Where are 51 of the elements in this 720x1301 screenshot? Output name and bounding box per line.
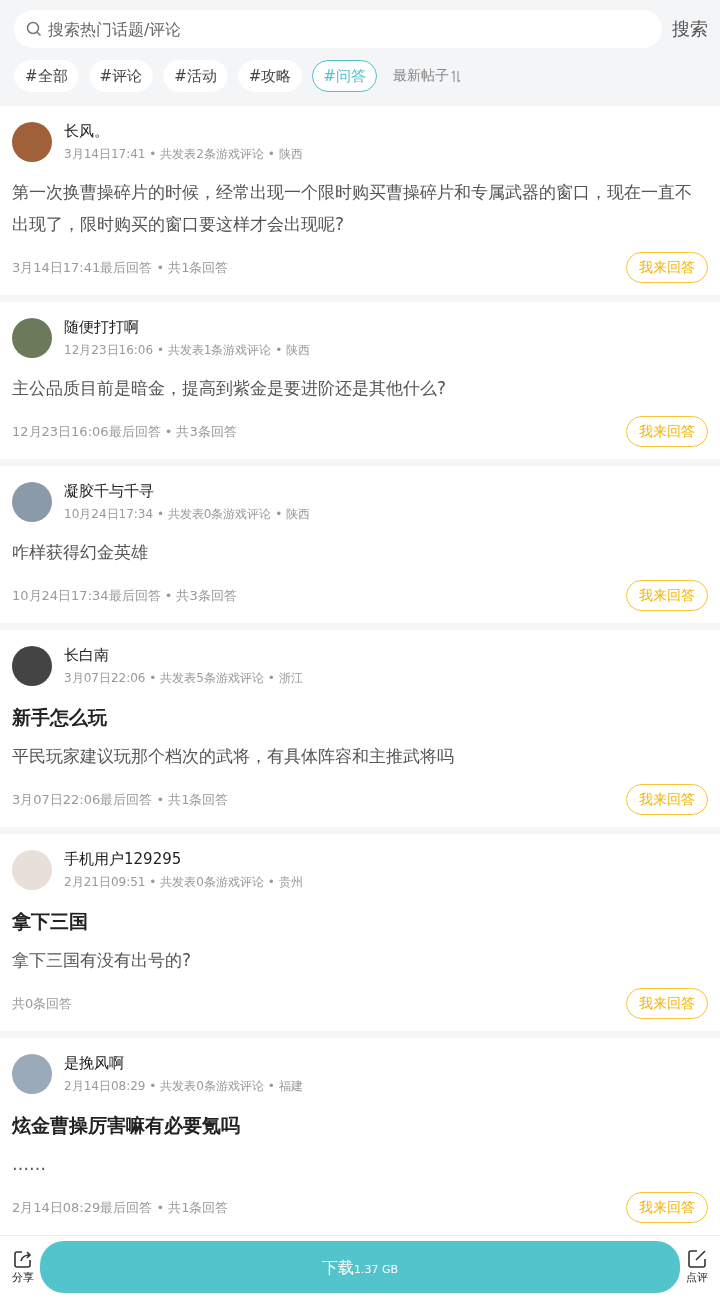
filter-tab[interactable]: #全部	[14, 60, 79, 92]
post-body: 主公品质目前是暗金，提高到紫金是要进阶还是其他什么?	[12, 377, 448, 400]
post-title: 拿下三国	[12, 909, 89, 934]
share-button[interactable]: 分享	[12, 1248, 34, 1285]
filter-tab[interactable]: #活动	[163, 60, 228, 92]
post-meta: 2月21日09:51 • 共发表0条游戏评论 • 贵州	[64, 875, 303, 890]
post-card[interactable]: 长风。 3月14日17:41 • 共发表2条游戏评论 • 陕西 第一次换曹操碎片的时候，经常出现一个限时购买曹操碎片和专属武器的窗口，现在一直不出现了，限时购买的窗口要这样才会出现呢? 3月14日17:41最后回答 • 共1条回答 我来回答	[0, 106, 720, 295]
reply-info: 3月14日17:41最后回答 • 共1条回答	[12, 258, 229, 277]
author-name: 长风。	[64, 122, 110, 140]
reply-info: 2月14日08:29最后回答 • 共1条回答	[12, 1198, 229, 1217]
share-icon	[13, 1248, 33, 1269]
avatar-photo-placeholder	[12, 482, 52, 522]
reply-info: 12月23日16:06最后回答 • 共3条回答	[12, 422, 237, 441]
avatar-photo-placeholder	[12, 646, 52, 686]
post-title: 新手怎么玩	[12, 705, 108, 730]
post-body: 拿下三国有没有出号的?	[12, 949, 193, 972]
post-body: 咋样获得幻金英雄	[12, 541, 149, 564]
avatar-photo-placeholder	[12, 850, 52, 890]
edit-icon	[687, 1248, 707, 1269]
search-icon	[26, 21, 42, 37]
post-title: 炫金曹操厉害嘛有必要氪吗	[12, 1113, 241, 1138]
reply-info: 10月24日17:34最后回答 • 共3条回答	[12, 586, 237, 605]
sort-icon	[450, 69, 461, 83]
avatar-photo-placeholder	[12, 318, 52, 358]
author-name: 随便打打啊	[64, 318, 140, 336]
post-body: 平民玩家建议玩那个档次的武将，有具体阵容和主推武将吗	[12, 745, 455, 768]
avatar-photo-placeholder	[12, 1054, 52, 1094]
reply-info: 3月07日22:06最后回答 • 共1条回答	[12, 790, 229, 809]
post-meta: 3月14日17:41 • 共发表2条游戏评论 • 陕西	[64, 147, 303, 162]
avatar-photo-placeholder	[12, 122, 52, 162]
search-button[interactable]: 搜索	[672, 17, 708, 41]
filter-tab[interactable]: #攻略	[237, 60, 303, 92]
post-meta: 2月14日08:29 • 共发表0条游戏评论 • 福建	[64, 1079, 303, 1094]
post-meta: 3月07日22:06 • 共发表5条游戏评论 • 浙江	[64, 671, 303, 686]
post-meta: 12月23日16:06 • 共发表1条游戏评论 • 陕西	[64, 343, 311, 358]
reply-info: 共0条回答	[12, 994, 73, 1013]
filter-tab[interactable]: #评论	[88, 60, 154, 92]
post-card[interactable]: 是挽风啊 2月14日08:29 • 共发表0条游戏评论 • 福建 炫金曹操厉害嘛有必要氪吗 …… 2月14日08:29最后回答 • 共1条回答 我来回答	[0, 1038, 720, 1235]
post-card[interactable]: 手机用户129295 2月21日09:51 • 共发表0条游戏评论 • 贵州 拿下三国 拿下三国有没有出号的? 共0条回答 我来回答	[0, 834, 720, 1031]
author-name: 是挽风啊	[64, 1054, 125, 1072]
post-body: 第一次换曹操碎片的时候，经常出现一个限时购买曹操碎片和专属武器的窗口，现在一直不出现了，限时购买的窗口要这样才会出现呢?	[12, 181, 693, 236]
author-name: 手机用户129295	[64, 850, 183, 868]
post-meta: 10月24日17:34 • 共发表0条游戏评论 • 陕西	[64, 507, 311, 522]
search-field[interactable]: 搜索热门话题/评论	[14, 10, 662, 48]
post-card[interactable]: 长白南 3月07日22:06 • 共发表5条游戏评论 • 浙江 新手怎么玩 平民玩家建议玩那个档次的武将，有具体阵容和主推武将吗 3月07日22:06最后回答 • 共1条回答 我来回答	[0, 630, 720, 827]
post-card[interactable]: 凝胶千与千寻 10月24日17:34 • 共发表0条游戏评论 • 陕西 咋样获得幻金英雄 10月24日17:34最后回答 • 共3条回答 我来回答	[0, 466, 720, 623]
post-card[interactable]: 随便打打啊 12月23日16:06 • 共发表1条游戏评论 • 陕西 主公品质目前是暗金，提高到紫金是要进阶还是其他什么? 12月23日16:06最后回答 • 共3条回答 我来回答	[0, 302, 720, 459]
author-name: 凝胶千与千寻	[64, 482, 155, 500]
author-name: 长白南	[64, 646, 110, 664]
review-button[interactable]: 点评	[686, 1248, 708, 1285]
post-body: ……	[12, 1153, 47, 1176]
